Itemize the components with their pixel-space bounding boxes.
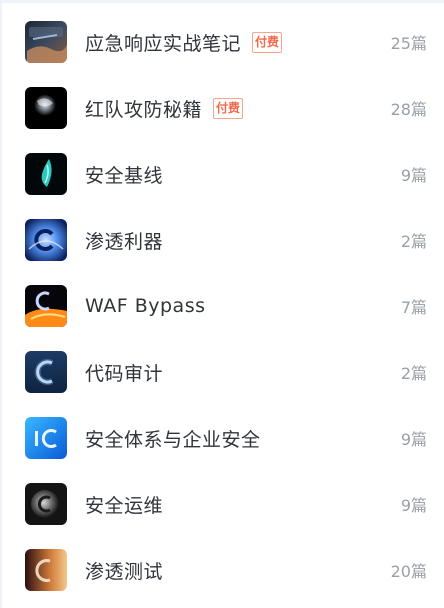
fire-c-icon <box>25 285 67 327</box>
column-title: 渗透利器 <box>85 207 163 273</box>
metal-c-icon <box>25 483 67 525</box>
list-item[interactable]: 安全运维 9篇 <box>0 471 444 537</box>
article-count: 2篇 <box>400 232 427 251</box>
article-count: 28篇 <box>390 100 427 119</box>
list-item[interactable]: WAF Bypass 7篇 <box>0 273 444 339</box>
list-item[interactable]: 应急响应实战笔记 付费 25篇 <box>0 9 444 75</box>
blue-ic-icon <box>25 417 67 459</box>
article-count: 9篇 <box>400 430 427 449</box>
column-title: 代码审计 <box>85 339 163 405</box>
article-count: 2篇 <box>400 364 427 383</box>
cyan-flame-icon <box>25 153 67 195</box>
article-count: 25篇 <box>390 34 427 53</box>
list-item[interactable]: 渗透测试 20篇 <box>0 537 444 603</box>
list-item[interactable]: 安全体系与企业安全 9篇 <box>0 405 444 471</box>
column-title: 安全运维 <box>85 471 163 537</box>
list-item[interactable]: 代码审计 2篇 <box>0 339 444 405</box>
keyboard-photo-icon <box>25 21 67 63</box>
column-list-panel: 应急响应实战笔记 付费 25篇 红队攻防秘籍 付费 28篇 安全基线 9篇 渗透… <box>0 0 444 608</box>
column-title: 安全体系与企业安全 <box>85 405 261 471</box>
column-title: 安全基线 <box>85 141 163 207</box>
column-title-text: 代码审计 <box>85 362 164 385</box>
article-count: 9篇 <box>400 166 427 185</box>
list-item[interactable]: 渗透利器 2篇 <box>0 207 444 273</box>
column-title-text: 安全体系与企业安全 <box>85 428 261 451</box>
list-item[interactable]: 安全基线 9篇 <box>0 141 444 207</box>
smoke-orb-icon <box>25 87 67 129</box>
column-title: WAF Bypass <box>85 273 206 339</box>
column-title-text: 安全运维 <box>85 494 164 517</box>
list-item[interactable]: 红队攻防秘籍 付费 28篇 <box>0 75 444 141</box>
column-title-text: WAF Bypass <box>85 295 206 317</box>
column-title-text: 红队攻防秘籍 <box>85 98 203 121</box>
article-count: 9篇 <box>400 496 427 515</box>
sunset-c-icon <box>25 549 67 591</box>
article-count: 20篇 <box>390 562 427 581</box>
column-title-text: 应急响应实战笔记 <box>85 32 242 55</box>
blue-swirl-c-icon <box>25 219 67 261</box>
column-title-text: 渗透测试 <box>85 560 164 583</box>
column-title: 应急响应实战笔记 付费 <box>85 9 283 75</box>
column-list: 应急响应实战笔记 付费 25篇 红队攻防秘籍 付费 28篇 安全基线 9篇 渗透… <box>0 9 444 603</box>
column-title: 渗透测试 <box>85 537 163 603</box>
column-title-text: 渗透利器 <box>85 230 164 253</box>
article-count: 7篇 <box>400 298 427 317</box>
paid-badge: 付费 <box>213 97 244 119</box>
column-title: 红队攻防秘籍 付费 <box>85 75 244 141</box>
glow-c-icon <box>25 351 67 393</box>
column-title-text: 安全基线 <box>85 164 164 187</box>
top-divider <box>0 0 444 3</box>
paid-badge: 付费 <box>252 31 283 53</box>
